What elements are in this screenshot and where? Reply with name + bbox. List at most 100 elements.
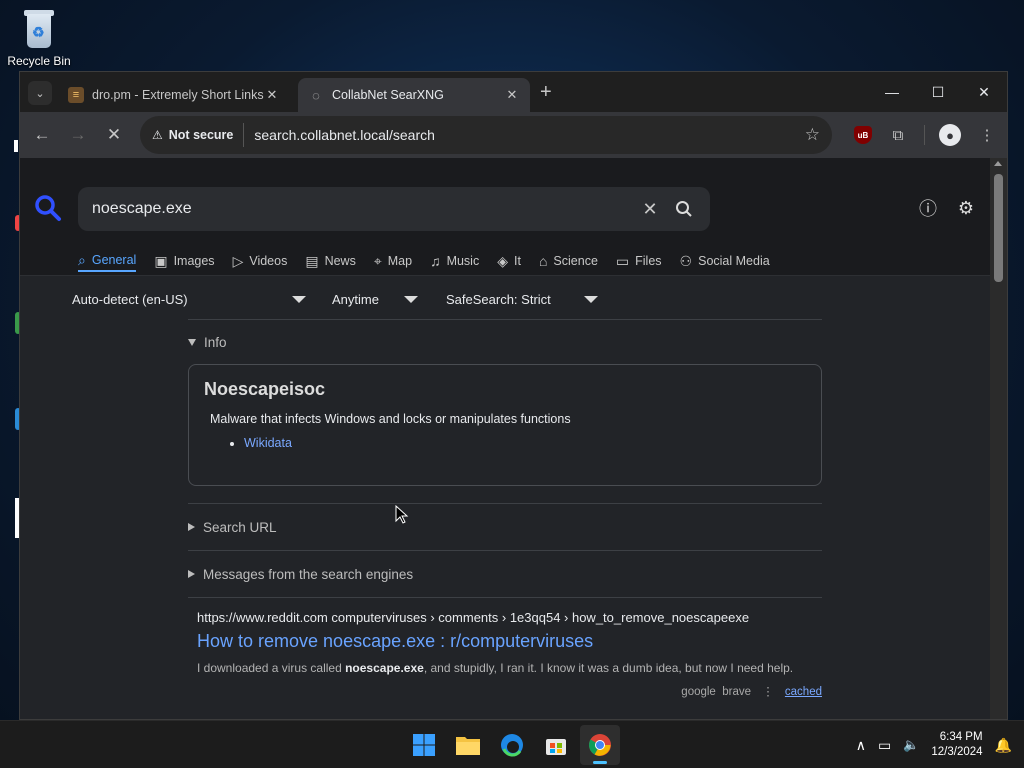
music-icon: ♫ [430, 253, 441, 269]
triangle-right-icon [188, 570, 195, 578]
wikidata-link[interactable]: Wikidata [244, 436, 292, 450]
tab-music[interactable]: ♫ Music [430, 250, 479, 272]
category-label: General [91, 253, 137, 267]
taskbar-file-explorer[interactable] [448, 725, 488, 765]
close-window-button[interactable]: ✕ [961, 72, 1007, 112]
play-icon: ▷ [232, 252, 244, 269]
category-label: Files [635, 254, 662, 268]
category-label: Social Media [698, 254, 770, 268]
recycle-bin-label: Recycle Bin [7, 54, 71, 68]
network-icon[interactable]: ▭ [878, 737, 891, 754]
taskbar-chrome[interactable] [580, 725, 620, 765]
extensions-puzzle-icon[interactable]: ⧉ [886, 123, 910, 147]
clear-search-icon[interactable]: ✕ [638, 197, 662, 221]
tab-title: CollabNet SearXNG [332, 88, 444, 102]
toolbar-divider [924, 125, 925, 145]
safesearch-value: SafeSearch: Strict [446, 292, 551, 307]
close-tab-icon[interactable]: ✕ [264, 87, 280, 103]
tab-map[interactable]: ⌖ Map [374, 250, 412, 272]
back-button[interactable]: ← [24, 117, 60, 153]
kebab-menu-icon[interactable]: ⋮ [975, 123, 999, 147]
people-icon: ⚇ [679, 252, 693, 269]
ublock-extension-icon[interactable]: uB [854, 126, 872, 144]
taskbar: ∧ ▭ 🔈 6:34 PM 12/3/2024 🔔 [0, 720, 1024, 768]
tab-videos[interactable]: ▷ Videos [233, 250, 288, 272]
taskbar-store[interactable] [536, 725, 576, 765]
profile-avatar-icon[interactable]: ● [939, 124, 961, 146]
search-result: https://www.reddit.com computerviruses ›… [188, 610, 822, 698]
warning-icon: ⚠ [152, 128, 163, 142]
cached-link[interactable]: cached [785, 686, 822, 698]
info-section-label: Info [204, 334, 227, 350]
searxng-logo-icon[interactable] [34, 194, 62, 222]
engine-messages-toggle[interactable]: Messages from the search engines [188, 551, 822, 597]
tab-news[interactable]: ▤ News [305, 250, 356, 272]
search-url-toggle[interactable]: Search URL [188, 504, 822, 550]
kebab-menu-icon[interactable]: ⋮ [762, 686, 774, 698]
store-bag-icon [546, 739, 566, 755]
settings-gear-icon[interactable]: ⚙ [954, 196, 978, 220]
image-icon: ▣ [154, 252, 168, 269]
chevron-up-icon[interactable]: ∧ [856, 737, 866, 754]
category-label: News [324, 254, 356, 268]
page-scrollbar[interactable] [990, 158, 1007, 719]
safesearch-select[interactable]: SafeSearch: Strict [446, 292, 598, 307]
scroll-up-icon[interactable] [994, 161, 1002, 166]
speaker-muted-icon[interactable]: 🔈 [903, 737, 919, 753]
clock[interactable]: 6:34 PM 12/3/2024 [931, 730, 982, 760]
language-value: Auto-detect (en-US) [72, 292, 188, 307]
taskbar-edge[interactable] [492, 725, 532, 765]
result-url[interactable]: https://www.reddit.com computerviruses ›… [197, 610, 822, 625]
start-button[interactable] [404, 725, 444, 765]
browser-toolbar: ← → ✕ ⚠ Not secure search.collabnet.loca… [20, 112, 1007, 158]
maximize-button[interactable]: ☐ [915, 72, 961, 112]
language-select[interactable]: Auto-detect (en-US) [72, 292, 306, 307]
tab-dro-pm[interactable]: ≡ dro.pm - Extremely Short Links ✕ [58, 78, 290, 112]
tab-searxng[interactable]: ◌ CollabNet SearXNG ✕ [298, 78, 530, 112]
tab-it[interactable]: ◈ It [497, 250, 521, 272]
minimize-button[interactable]: — [869, 72, 915, 112]
recycle-bin[interactable]: ♻ Recycle Bin [6, 8, 72, 68]
result-engines: google brave [681, 686, 751, 698]
infobox: Noescapeisoc Malware that infects Window… [188, 364, 822, 486]
close-tab-icon[interactable]: ✕ [504, 87, 520, 103]
search-url-label: Search URL [203, 519, 277, 535]
forward-button[interactable]: → [60, 117, 96, 153]
newspaper-icon: ▤ [305, 252, 319, 269]
time-range-select[interactable]: Anytime [332, 292, 418, 307]
info-section-toggle[interactable]: Info [188, 320, 822, 364]
new-tab-button[interactable]: + [540, 81, 552, 104]
notification-bell-icon[interactable]: 🔔 [995, 737, 1012, 754]
desktop-icon-partial[interactable] [14, 140, 18, 152]
category-label: Map [387, 254, 413, 268]
bookmark-star-icon[interactable]: ☆ [805, 125, 820, 145]
stop-loading-button[interactable]: ✕ [96, 117, 132, 153]
tab-general[interactable]: ⌕ General [78, 250, 137, 272]
search-icon: ⌕ [78, 251, 86, 268]
result-title-link[interactable]: How to remove noescape.exe : r/computerv… [197, 631, 822, 652]
tab-science[interactable]: ⌂ Science [539, 250, 598, 272]
snippet-text: , and stupidly, I ran it. I know it was … [423, 661, 794, 675]
arrow-left-icon: ← [33, 125, 51, 144]
mouse-cursor-icon [395, 505, 409, 524]
search-input[interactable] [92, 200, 628, 218]
tab-title: dro.pm - Extremely Short Links [92, 88, 264, 102]
category-label: Videos [249, 254, 288, 268]
security-indicator[interactable]: ⚠ Not secure [152, 123, 245, 147]
search-submit-icon[interactable] [672, 197, 696, 221]
scrollbar-thumb[interactable] [994, 174, 1003, 282]
chevron-down-icon [292, 296, 306, 303]
tab-social-media[interactable]: ⚇ Social Media [680, 250, 770, 272]
info-icon[interactable]: ⓘ [916, 196, 940, 220]
clock-date: 12/3/2024 [931, 746, 983, 758]
chrome-icon [589, 734, 611, 756]
tab-search-button[interactable]: ⌄ [28, 81, 52, 105]
tab-images[interactable]: ▣ Images [154, 250, 214, 272]
files-icon: ▭ [615, 252, 630, 269]
chevron-down-icon: ⌄ [35, 87, 45, 100]
dro-pm-favicon-icon: ≡ [68, 87, 84, 103]
tab-files[interactable]: ▭ Files [616, 250, 662, 272]
address-bar[interactable]: ⚠ Not secure search.collabnet.local/sear… [140, 116, 832, 154]
windows-logo-icon [413, 734, 435, 756]
url-text[interactable]: search.collabnet.local/search [254, 127, 804, 143]
